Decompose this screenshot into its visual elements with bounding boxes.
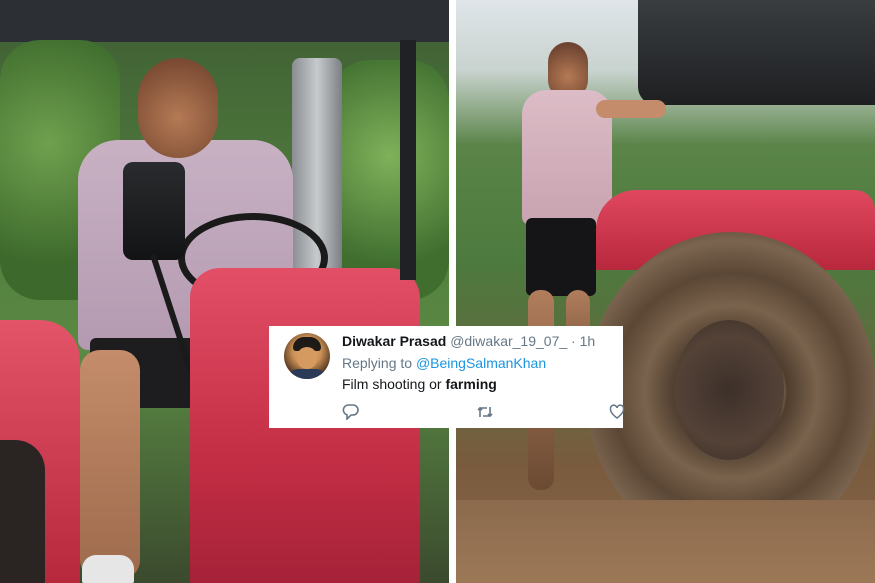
avatar-shirt: [288, 369, 326, 379]
person-shorts: [526, 218, 596, 296]
tweet-card[interactable]: Diwakar Prasad @diwakar_19_07_ · 1h Repl…: [269, 326, 625, 428]
tweet-timestamp[interactable]: 1h: [580, 333, 596, 349]
user-display-name[interactable]: Diwakar Prasad: [342, 333, 446, 349]
mention-link[interactable]: @BeingSalmanKhan: [416, 355, 546, 371]
tractor-roof-post: [400, 40, 416, 280]
left-photo-tractor-driver: [0, 0, 449, 583]
replying-to-line: Replying to @BeingSalmanKhan: [342, 355, 546, 371]
person-arm: [596, 100, 666, 118]
replying-prefix: Replying to: [342, 355, 413, 371]
time-separator: ·: [571, 333, 576, 349]
user-handle[interactable]: @diwakar_19_07_: [450, 333, 567, 349]
comment-icon[interactable]: [342, 404, 359, 424]
heart-icon[interactable]: [609, 404, 625, 424]
retweet-icon[interactable]: [476, 404, 494, 424]
tweet-text-plain: Film shooting or: [342, 376, 442, 392]
tweet-text: Film shooting or farming: [342, 376, 497, 392]
side-mirror: [123, 162, 185, 260]
person-slipper: [82, 555, 134, 583]
tweet-text-bold: farming: [445, 376, 497, 392]
photo-divider: [449, 0, 456, 583]
person-leg: [80, 350, 140, 580]
tractor-canopy: [638, 0, 875, 105]
avatar-face: [297, 347, 317, 369]
tweet-header: Diwakar Prasad @diwakar_19_07_ · 1h: [342, 333, 595, 349]
tractor-wheel: [0, 440, 45, 583]
person-head: [138, 58, 218, 158]
foliage: [330, 60, 449, 300]
canopy-roof: [0, 0, 449, 42]
wheel-hub: [674, 320, 784, 460]
right-photo-tractor-mud: [456, 0, 875, 583]
user-avatar[interactable]: [284, 333, 330, 379]
muddy-field: [456, 500, 875, 583]
